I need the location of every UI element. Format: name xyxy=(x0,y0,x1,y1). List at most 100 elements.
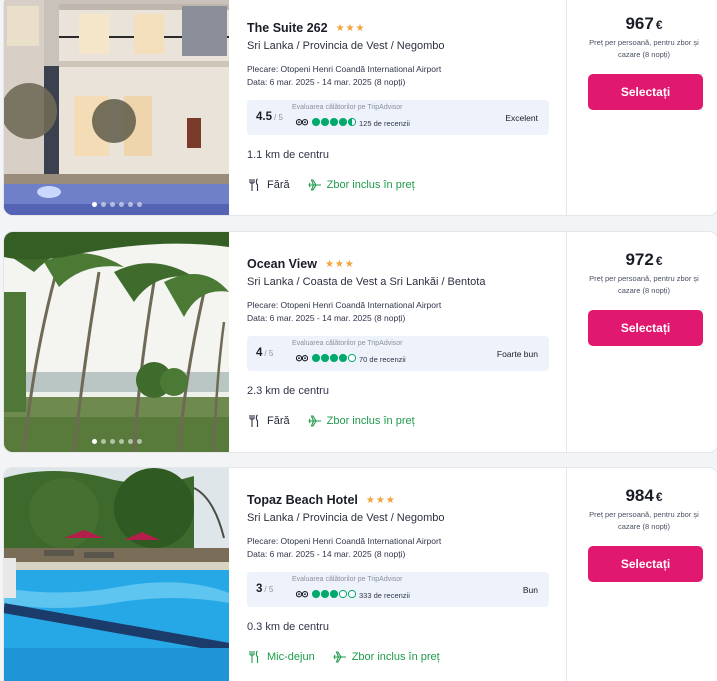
flight-included: Zbor inclus în preț xyxy=(351,651,440,663)
price: 972 € xyxy=(625,250,663,269)
rating-circle xyxy=(339,118,347,126)
cutlery-icon xyxy=(249,414,259,427)
hotel-name[interactable]: Ocean View xyxy=(247,257,317,271)
review-count[interactable]: 125 de recenzii xyxy=(359,119,410,128)
rating-circle xyxy=(339,354,347,362)
price-note: Preț per persoană, pentru zbor și cazare… xyxy=(589,510,699,531)
meal-plan: Fără xyxy=(267,179,290,191)
departure-airport: Plecare: Otopeni Henri Coandă Internatio… xyxy=(247,536,442,546)
carousel-dot[interactable] xyxy=(136,202,142,207)
price: 984 € xyxy=(625,486,663,505)
review-count[interactable]: 333 de recenzii xyxy=(359,591,410,600)
hotel-card[interactable]: Topaz Beach Hotel ★★★ Sri Lanka / Provin… xyxy=(3,467,717,681)
carousel-dots[interactable] xyxy=(4,202,229,207)
rating-circle xyxy=(348,118,356,126)
hotel-info: Topaz Beach Hotel ★★★ Sri Lanka / Provin… xyxy=(247,468,557,681)
rating-label: Evaluarea călătorilor pe TripAdvisor xyxy=(292,104,403,111)
price-panel: 967 € Preț per persoană, pentru zbor și c… xyxy=(566,0,717,215)
rating-circle xyxy=(348,590,356,598)
hotel-card[interactable]: Ocean View ★★★ Sri Lanka / Coasta de Ves… xyxy=(3,231,717,453)
hotel-photo[interactable] xyxy=(4,468,229,681)
plane-icon xyxy=(308,415,321,427)
hotel-card[interactable]: The Suite 262 ★★★ Sri Lanka / Provincia … xyxy=(3,0,717,216)
carousel-dot[interactable] xyxy=(118,202,124,207)
meal-plan: Fără xyxy=(267,415,290,427)
star-rating: ★★★ xyxy=(365,494,396,506)
rating-circle xyxy=(330,590,338,598)
meal-plan: Mic-dejun xyxy=(267,651,315,663)
rating-label: Evaluarea călătorilor pe TripAdvisor xyxy=(292,576,403,583)
price-panel: 984 € Preț per persoană, pentru zbor și c… xyxy=(566,468,717,681)
rating-circles xyxy=(312,354,356,362)
select-button[interactable]: Selectați xyxy=(588,74,703,110)
departure-info: Plecare: Otopeni Henri Coandă Internatio… xyxy=(247,535,441,561)
carousel-dot[interactable] xyxy=(118,439,124,444)
rating-circle xyxy=(321,590,329,598)
carousel-dot[interactable] xyxy=(127,439,133,444)
departure-info: Plecare: Otopeni Henri Coandă Internatio… xyxy=(247,63,441,89)
hotel-photo[interactable] xyxy=(4,0,229,215)
rating-circle xyxy=(321,354,329,362)
amenities-row: Fără Zbor inclus în preț xyxy=(247,178,415,192)
hotel-info: The Suite 262 ★★★ Sri Lanka / Provincia … xyxy=(247,0,557,215)
rating-circle xyxy=(312,118,320,126)
hotel-photo-image xyxy=(4,468,229,681)
rating-label: Evaluarea călătorilor pe TripAdvisor xyxy=(292,340,403,347)
carousel-dot[interactable] xyxy=(127,202,133,207)
travel-dates: Data: 6 mar. 2025 - 14 mar. 2025 (8 nopț… xyxy=(247,313,406,323)
departure-airport: Plecare: Otopeni Henri Coandă Internatio… xyxy=(247,64,442,74)
tripadvisor-rating: 4.5/ 5 Evaluarea călătorilor pe TripAdvi… xyxy=(247,100,549,135)
rating-circles xyxy=(312,118,356,126)
carousel-dot[interactable] xyxy=(109,202,115,207)
plane-icon xyxy=(308,179,321,191)
tripadvisor-owl-icon xyxy=(296,119,308,126)
tripadvisor-owl-icon xyxy=(296,591,308,598)
hotel-location: Sri Lanka / Coasta de Vest a Sri Lankăi … xyxy=(247,276,486,288)
rating-score: 3/ 5 xyxy=(256,583,274,595)
rating-circle xyxy=(330,118,338,126)
price-panel: 972 € Preț per persoană, pentru zbor și c… xyxy=(566,232,717,452)
star-rating: ★★★ xyxy=(335,22,366,34)
hotel-location: Sri Lanka / Provincia de Vest / Negombo xyxy=(247,40,445,52)
star-rating: ★★★ xyxy=(324,258,355,270)
rating-circle xyxy=(321,118,329,126)
select-button[interactable]: Selectați xyxy=(588,546,703,582)
carousel-dot[interactable] xyxy=(91,439,97,444)
distance-to-center: 2.3 km de centru xyxy=(247,385,329,397)
amenities-row: Mic-dejun Zbor inclus în preț xyxy=(247,650,440,664)
tripadvisor-rating: 4/ 5 Evaluarea călătorilor pe TripAdviso… xyxy=(247,336,549,371)
rating-circle xyxy=(348,354,356,362)
departure-info: Plecare: Otopeni Henri Coandă Internatio… xyxy=(247,299,441,325)
tripadvisor-owl-icon xyxy=(296,355,308,362)
rating-verdict: Excelent xyxy=(505,113,538,123)
hotel-photo[interactable] xyxy=(4,232,229,452)
cutlery-icon xyxy=(249,178,259,191)
distance-to-center: 1.1 km de centru xyxy=(247,149,329,161)
carousel-dot[interactable] xyxy=(91,202,97,207)
carousel-dot[interactable] xyxy=(136,439,142,444)
carousel-dot[interactable] xyxy=(109,439,115,444)
rating-verdict: Foarte bun xyxy=(496,349,538,359)
rating-verdict: Bun xyxy=(522,585,538,595)
price-note: Preț per persoană, pentru zbor și cazare… xyxy=(589,38,699,59)
rating-circle xyxy=(330,354,338,362)
select-button[interactable]: Selectați xyxy=(588,310,703,346)
hotel-location: Sri Lanka / Provincia de Vest / Negombo xyxy=(247,512,445,524)
hotel-name[interactable]: The Suite 262 xyxy=(247,21,328,35)
hotel-name[interactable]: Topaz Beach Hotel xyxy=(247,493,358,507)
distance-to-center: 0.3 km de centru xyxy=(247,621,329,633)
hotel-photo-image xyxy=(4,0,229,215)
flight-included: Zbor inclus în preț xyxy=(326,415,415,427)
tripadvisor-rating: 3/ 5 Evaluarea călătorilor pe TripAdviso… xyxy=(247,572,549,607)
rating-score: 4/ 5 xyxy=(256,347,274,359)
flight-included: Zbor inclus în preț xyxy=(326,179,415,191)
hotel-photo-image xyxy=(4,232,229,452)
review-count[interactable]: 70 de recenzii xyxy=(359,355,406,364)
carousel-dot[interactable] xyxy=(100,439,106,444)
travel-dates: Data: 6 mar. 2025 - 14 mar. 2025 (8 nopț… xyxy=(247,77,406,87)
rating-circle xyxy=(312,354,320,362)
departure-airport: Plecare: Otopeni Henri Coandă Internatio… xyxy=(247,300,442,310)
carousel-dot[interactable] xyxy=(100,202,106,207)
rating-score: 4.5/ 5 xyxy=(256,111,283,123)
carousel-dots[interactable] xyxy=(4,439,229,444)
